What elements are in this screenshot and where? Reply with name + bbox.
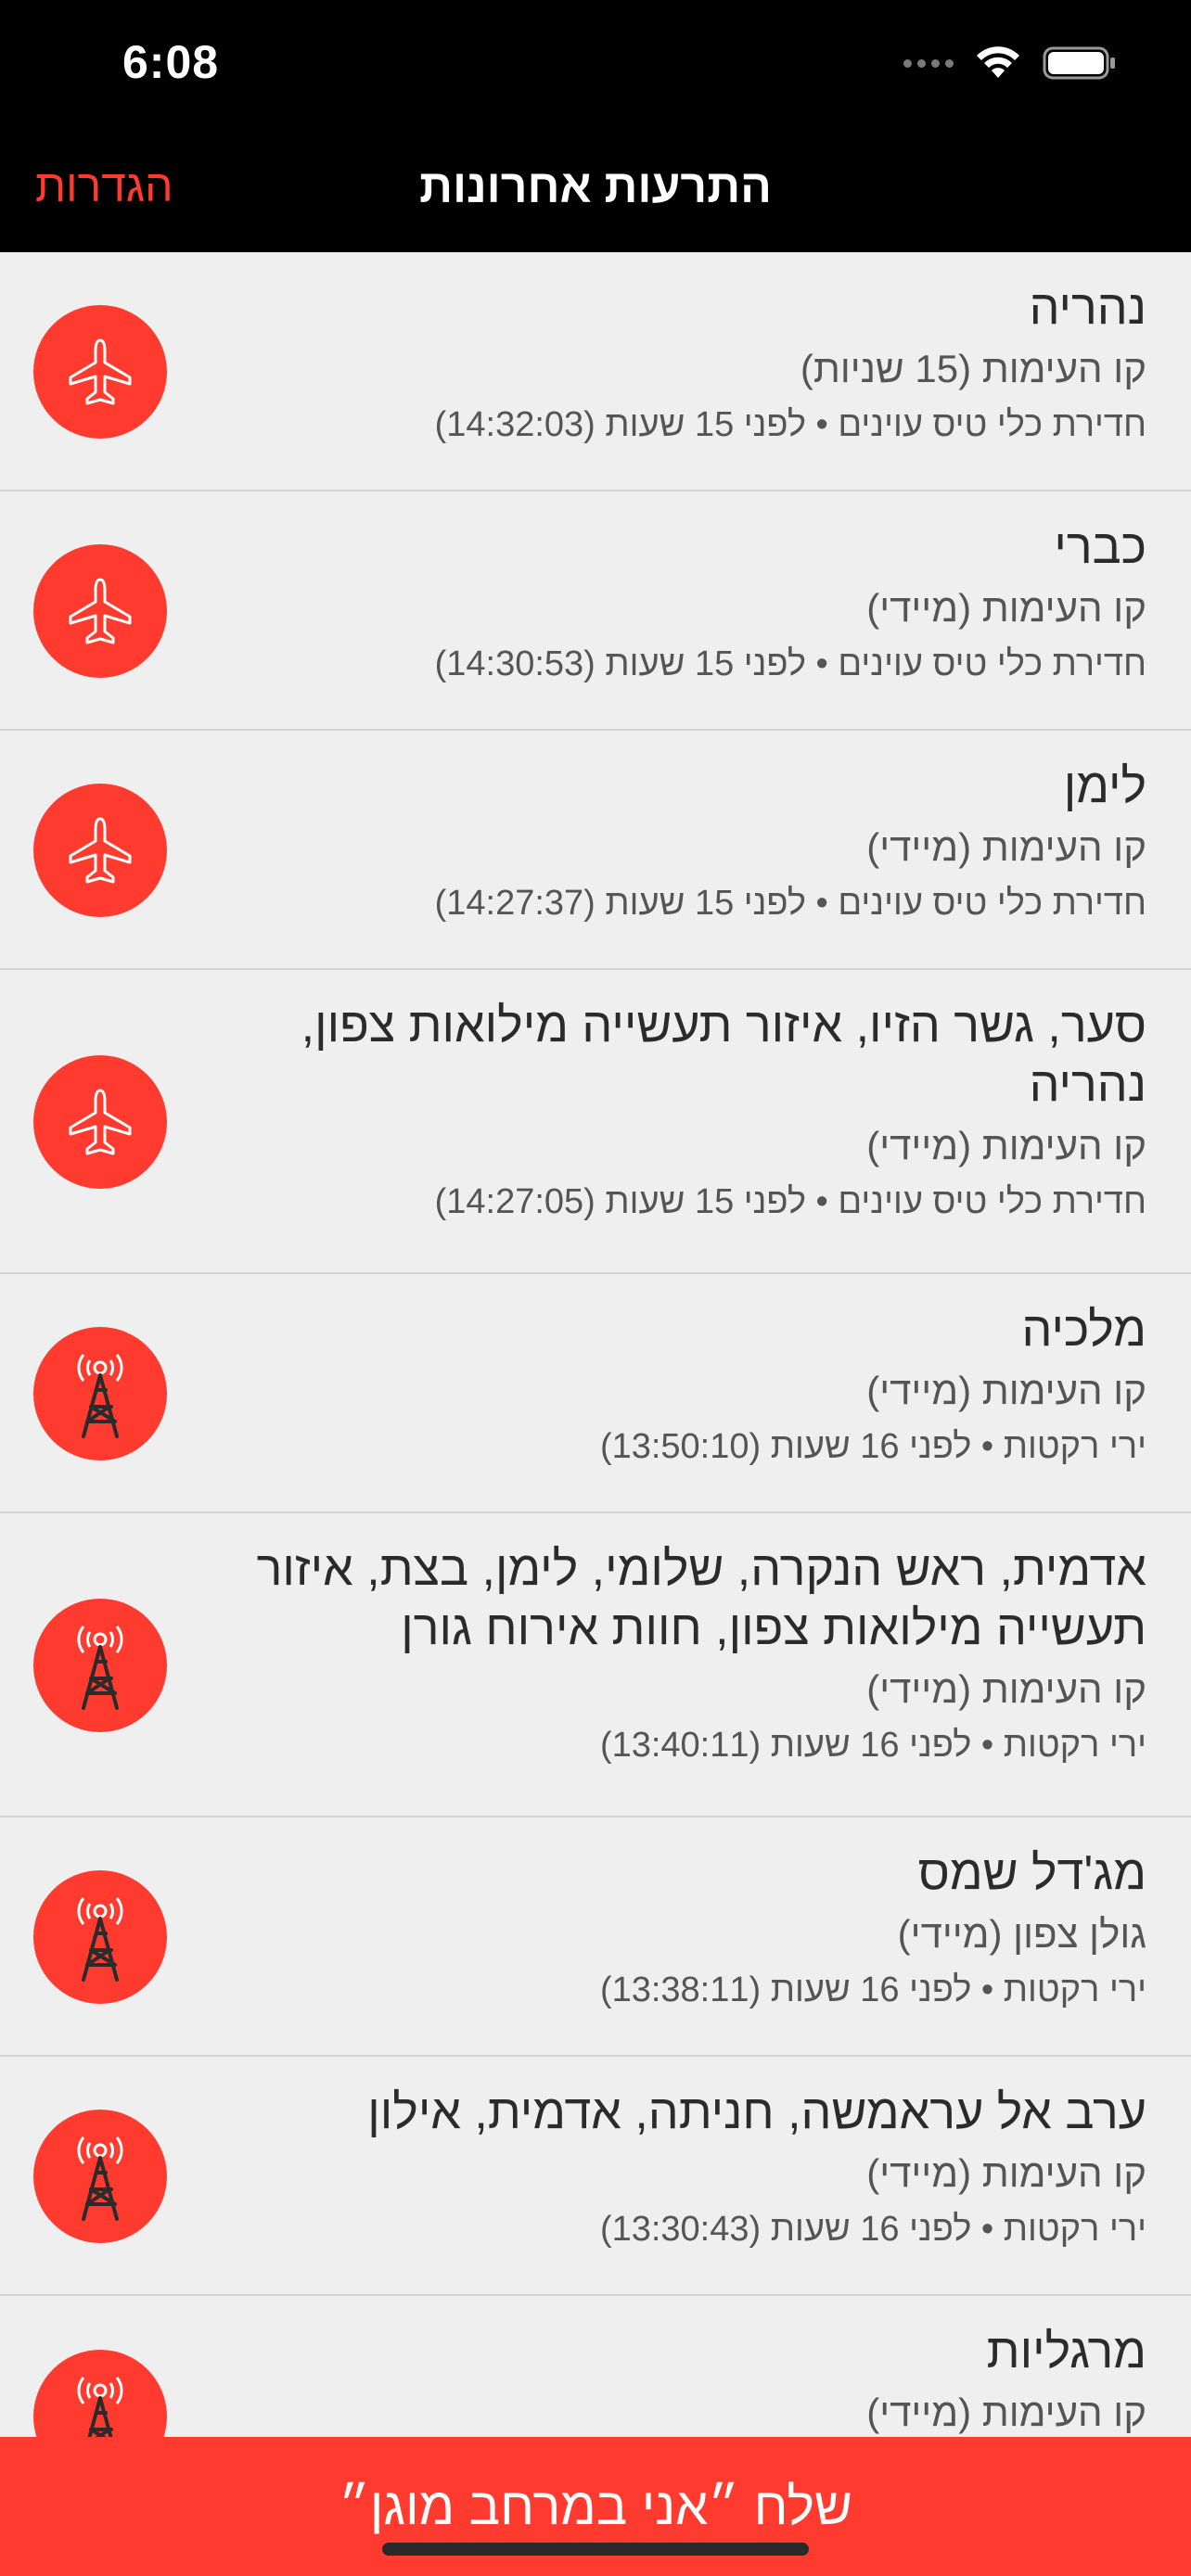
rocket-tower-icon <box>33 1599 167 1732</box>
settings-button[interactable]: הגדרות <box>35 161 173 212</box>
alert-area: קו העימות (מיידי) <box>866 1667 1146 1711</box>
status-bar: 6:08 <box>0 0 1191 139</box>
cellular-signal-icon <box>903 58 954 68</box>
alert-row[interactable]: מג'דל שמס גולן צפון (מיידי) ירי רקטות • לפ… <box>0 1817 1191 2057</box>
alert-row[interactable]: סער, גשר הזיו, איזור תעשייה מילואות צפון… <box>0 970 1191 1274</box>
alert-city: מג'דל שמס <box>917 1846 1146 1900</box>
alert-meta: ירי רקטות • לפני 16 שעות (13:50:10) <box>599 1427 1146 1466</box>
alert-city: נהריה <box>1029 281 1146 335</box>
alert-area: קו העימות (מיידי) <box>866 1369 1146 1412</box>
alert-row[interactable]: נהריה קו העימות (15 שניות) חדירת כלי טיס ע… <box>0 252 1191 491</box>
alert-city: ערב אל עראמשה, חניתה, אדמית, אילון <box>367 2085 1146 2139</box>
alert-text: מג'דל שמס גולן צפון (מיידי) ירי רקטות • לפ… <box>186 1843 1146 2012</box>
battery-icon <box>1043 46 1115 80</box>
alert-row[interactable]: לימן קו העימות (מיידי) חדירת כלי טיס עויני… <box>0 731 1191 970</box>
alert-text: ערב אל עראמשה, חניתה, אדמית, אילון קו העי… <box>186 2083 1146 2251</box>
alert-text: נהריה קו העימות (15 שניות) חדירת כלי טיס ע… <box>186 278 1146 447</box>
plane-icon <box>33 305 167 439</box>
plane-icon <box>33 544 167 678</box>
alert-row[interactable]: אדמית, ראש הנקרה, שלומי, לימן, בצת, איזו… <box>0 1513 1191 1817</box>
rocket-tower-icon <box>33 2110 167 2243</box>
alert-city: מלכיה <box>1021 1303 1146 1357</box>
alert-row[interactable]: ערב אל עראמשה, חניתה, אדמית, אילון קו העי… <box>0 2057 1191 2296</box>
status-icons <box>903 45 1117 82</box>
page-title: התרעות אחרונות <box>419 160 772 212</box>
alert-city: כברי <box>1054 520 1146 574</box>
alert-area: קו העימות (מיידי) <box>866 586 1146 630</box>
alert-area: קו העימות (מיידי) <box>866 2151 1146 2195</box>
alerts-list[interactable]: נהריה קו העימות (15 שניות) חדירת כלי טיס ע… <box>0 252 1191 2478</box>
send-safe-space-label: שלח ״אני במרחב מוגן״ <box>339 2477 852 2535</box>
alert-meta: חדירת כלי טיס עוינים • לפני 15 שעות (14:… <box>434 884 1146 923</box>
nav-bar: התרעות אחרונות הגדרות <box>0 139 1191 252</box>
alert-text: אדמית, ראש הנקרה, שלומי, לימן, בצת, איזו… <box>186 1539 1146 1767</box>
alert-meta: חדירת כלי טיס עוינים • לפני 15 שעות (14:… <box>434 644 1146 683</box>
alert-city: אדמית, ראש הנקרה, שלומי, לימן, בצת, איזו… <box>256 1542 1146 1655</box>
alert-text: מרגליות קו העימות (מיידי) <box>186 2322 1146 2437</box>
alert-area: קו העימות (מיידי) <box>866 2391 1146 2434</box>
alert-area: קו העימות (15 שניות) <box>800 347 1146 390</box>
plane-icon <box>33 1055 167 1189</box>
alert-meta: ירי רקטות • לפני 16 שעות (13:38:11) <box>599 1970 1146 2009</box>
alert-city: לימן <box>1063 759 1146 813</box>
rocket-tower-icon <box>33 1870 167 2004</box>
alert-text: סער, גשר הזיו, איזור תעשייה מילואות צפון… <box>186 996 1146 1224</box>
wifi-icon <box>977 46 1019 78</box>
alert-area: גולן צפון (מיידי) <box>897 1912 1146 1956</box>
send-safe-space-button[interactable]: שלח ״אני במרחב מוגן״ <box>0 2437 1191 2576</box>
alert-text: מלכיה קו העימות (מיידי) ירי רקטות • לפני 1… <box>186 1300 1146 1469</box>
alert-text: לימן קו העימות (מיידי) חדירת כלי טיס עויני… <box>186 757 1146 925</box>
alert-city: מרגליות <box>986 2325 1146 2378</box>
alert-area: קו העימות (מיידי) <box>866 825 1146 869</box>
alert-meta: ירי רקטות • לפני 16 שעות (13:30:43) <box>599 2210 1146 2249</box>
alert-meta: ירי רקטות • לפני 16 שעות (13:40:11) <box>599 1726 1146 1765</box>
rocket-tower-icon <box>33 1327 167 1460</box>
status-time: 6:08 <box>122 36 220 88</box>
alert-meta: חדירת כלי טיס עוינים • לפני 15 שעות (14:… <box>434 1182 1146 1221</box>
alert-text: כברי קו העימות (מיידי) חדירת כלי טיס עויני… <box>186 517 1146 686</box>
alert-row[interactable]: מלכיה קו העימות (מיידי) ירי רקטות • לפני 1… <box>0 1274 1191 1513</box>
alert-meta: חדירת כלי טיס עוינים • לפני 15 שעות (14:… <box>434 405 1146 444</box>
home-indicator <box>382 2543 809 2556</box>
plane-icon <box>33 784 167 917</box>
alert-row[interactable]: כברי קו העימות (מיידי) חדירת כלי טיס עויני… <box>0 491 1191 731</box>
alert-area: קו העימות (מיידי) <box>866 1124 1146 1167</box>
alert-city: סער, גשר הזיו, איזור תעשייה מילואות צפון… <box>301 999 1146 1112</box>
